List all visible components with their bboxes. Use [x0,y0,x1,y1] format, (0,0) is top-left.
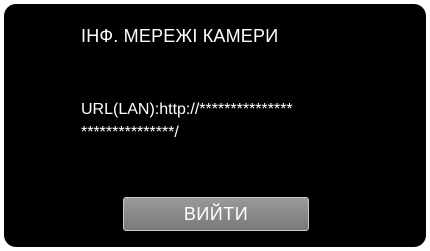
screen-title: ІНФ. МЕРЕЖІ КАМЕРИ [81,26,279,46]
lan-url-text: URL(LAN):http://*************** ********… [81,98,293,144]
camera-network-info-screen: ІНФ. МЕРЕЖІ КАМЕРИ URL(LAN):http://*****… [4,4,426,247]
lan-url-line-1: URL(LAN):http://*************** [81,101,293,118]
lan-url-line-2: ***************/ [81,124,179,141]
exit-button[interactable]: ВИЙТИ [123,197,309,231]
